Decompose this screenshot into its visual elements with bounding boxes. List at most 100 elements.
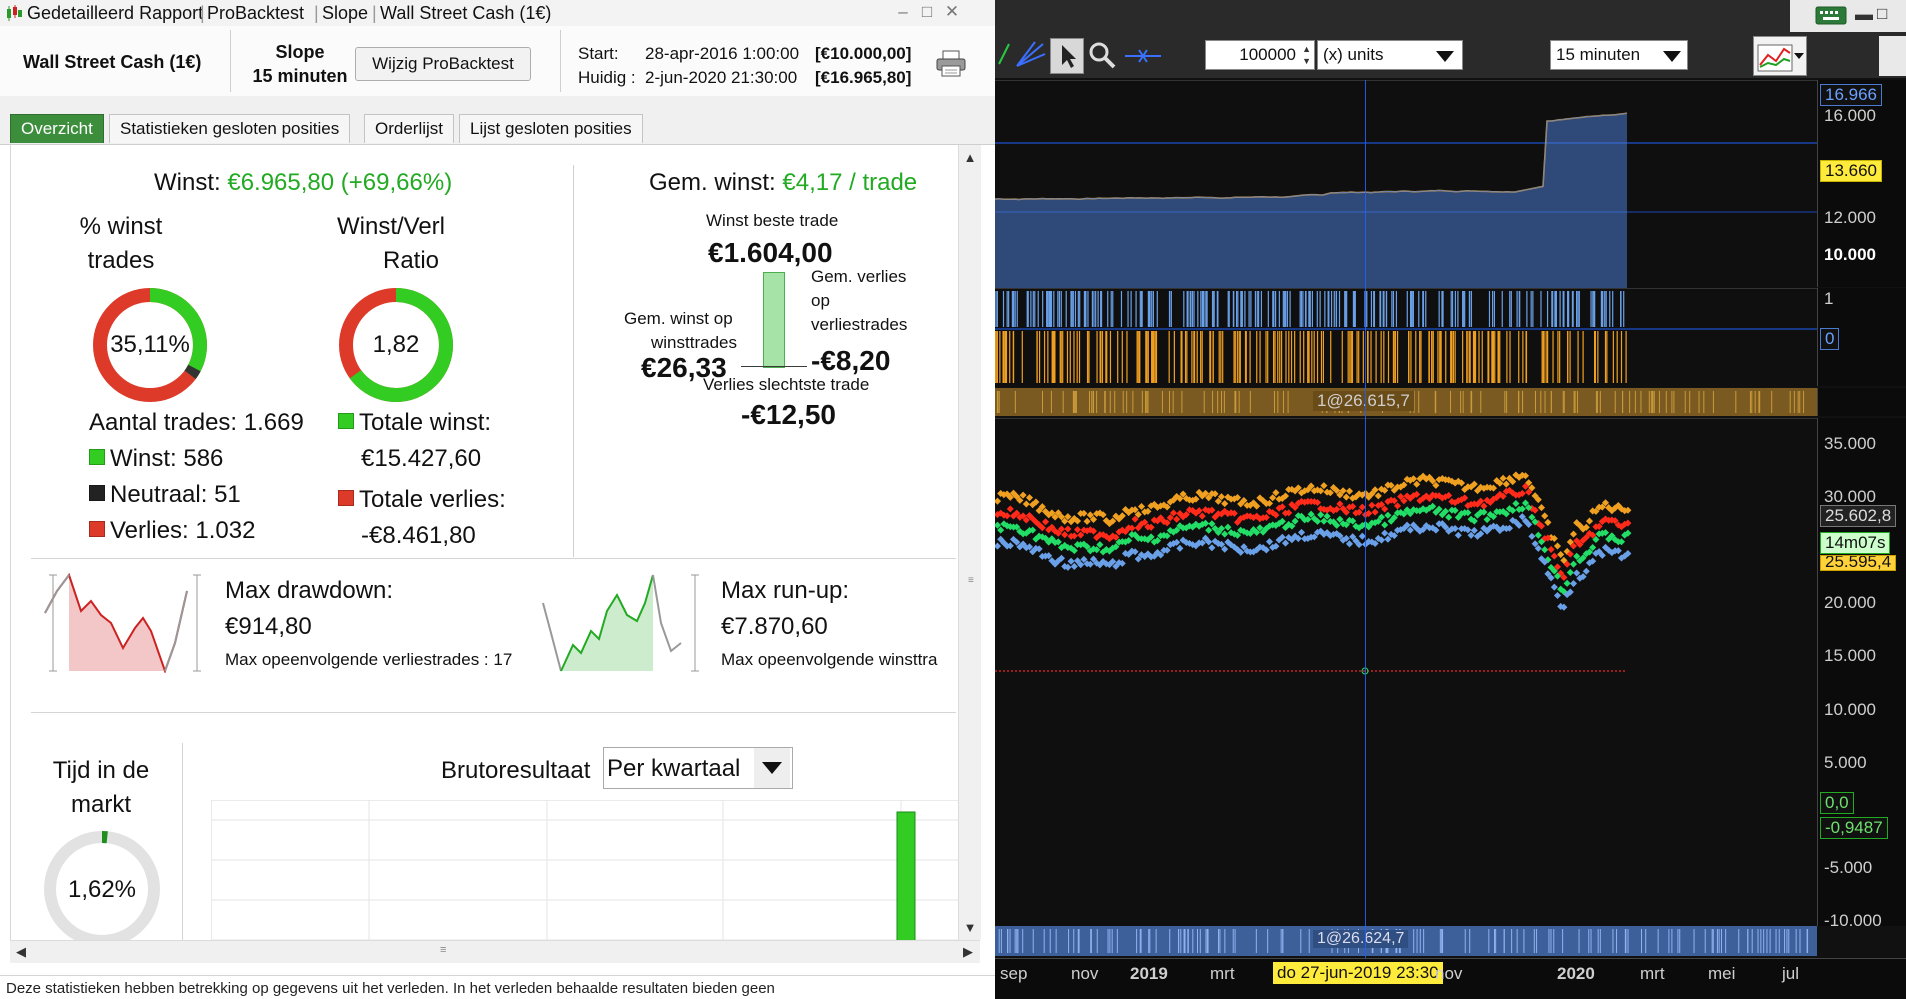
avg-profit-value: €4,17 / trade xyxy=(782,169,918,196)
printer-icon[interactable] xyxy=(935,50,967,78)
chevron-down-icon xyxy=(1663,51,1681,62)
close-button[interactable]: ✕ xyxy=(942,2,962,22)
zoom-icon[interactable] xyxy=(1087,40,1117,70)
chart-timeframe-select[interactable]: 15 minuten xyxy=(1550,40,1688,70)
titlebar-strategy: Slope xyxy=(322,3,369,23)
chevron-down-icon[interactable] xyxy=(754,748,790,788)
overview-panel: Winst: €6.965,80 (+69,66%) % winst trade… xyxy=(10,145,959,940)
maximize-button[interactable]: □ xyxy=(917,2,937,22)
equity-y-axis: 16.966 16.000 13.660 12.000 10.000 xyxy=(1817,80,1906,287)
price-panel xyxy=(995,418,1817,927)
tab-order-list[interactable]: Orderlijst xyxy=(364,114,455,143)
equity-axis-label: 16.000 xyxy=(1824,106,1876,125)
horizontal-scrollbar[interactable]: ◀ ≡ ▶ xyxy=(10,940,980,963)
win-count: 586 xyxy=(183,445,224,472)
loss-label: Verlies: xyxy=(110,517,189,544)
current-date: 2-jun-2020 21:30:00 xyxy=(645,68,798,87)
cursor-tool-button[interactable] xyxy=(1050,38,1084,74)
pct-win-title-2: trades xyxy=(87,247,155,274)
x-axis-label: mei xyxy=(1708,964,1736,983)
instrument-name: Wall Street Cash (1€) xyxy=(23,52,202,72)
price-axis-label: 15.000 xyxy=(1824,646,1876,665)
worst-trade-label: Verlies slechtste trade xyxy=(703,375,870,394)
price-axis-label: 5.000 xyxy=(1824,753,1867,772)
osc-zero-badge: 0,0 xyxy=(1820,792,1854,814)
pct-win-value: 35,11% xyxy=(110,331,190,358)
gross-period-select[interactable]: Per kwartaal xyxy=(603,747,793,789)
scroll-right-icon[interactable]: ▶ xyxy=(958,942,978,962)
units-stepper-icon[interactable]: ▲ ▼ xyxy=(1302,43,1311,67)
total-loss-value: -€8.461,80 xyxy=(361,522,476,549)
avg-loss-label-2: op xyxy=(811,291,830,310)
indicators-icon xyxy=(1757,44,1804,72)
measure-tool-icon[interactable] xyxy=(1123,40,1163,70)
x-axis-label: 2019 xyxy=(1130,964,1168,983)
chart-window: ▬ □ 100000 ▲ ▼ (x) units 15 minuten 16.9… xyxy=(995,0,1906,999)
drawdown-value: €914,80 xyxy=(225,613,312,640)
fan-tool-icon[interactable] xyxy=(1013,38,1049,70)
start-capital: [€10.000,00] xyxy=(815,44,912,63)
x-axis-label: mrt xyxy=(1640,964,1665,983)
num-trades-value: 1.669 xyxy=(243,409,304,436)
trade-bars-strip-top: 1@26.615,7 xyxy=(995,388,1817,416)
current-capital: [€16.965,80] xyxy=(815,68,912,87)
price-axis-label: 10.000 xyxy=(1824,700,1876,719)
vertical-scrollbar[interactable]: ▲ ≡ ▼ xyxy=(958,145,981,940)
scroll-down-icon[interactable]: ▼ xyxy=(960,917,980,937)
cursor-date-badge: do 27-jun-2019 23:30 xyxy=(1273,962,1443,984)
profit-value: €6.965,80 (+69,66%) xyxy=(227,169,453,196)
report-tabs: Overzicht Statistieken gesloten posities… xyxy=(0,96,995,145)
units-input[interactable]: 100000 ▲ ▼ xyxy=(1205,40,1315,70)
gross-result-label: Brutoresultaat xyxy=(441,757,591,784)
best-trade-label: Winst beste trade xyxy=(706,211,839,230)
price-axis-label: 20.000 xyxy=(1824,593,1876,612)
price-axis-label: -5.000 xyxy=(1824,858,1873,877)
runup-value: €7.870,60 xyxy=(721,613,828,640)
scroll-left-icon[interactable]: ◀ xyxy=(11,942,31,962)
candlestick-app-icon xyxy=(7,5,22,21)
total-loss-legend-square xyxy=(338,490,354,506)
modify-probacktest-button[interactable]: Wijzig ProBacktest xyxy=(355,47,531,81)
x-axis-label: nov xyxy=(1435,964,1463,983)
ratio-title-1: Winst/Verl xyxy=(336,213,446,240)
disclaimer-footer: Deze statistieken hebben betrekking op g… xyxy=(0,975,995,999)
x-axis-label: 2020 xyxy=(1557,964,1595,983)
loss-count: 1.032 xyxy=(195,517,256,544)
trade-bar-label-bottom: 1@26.624,7 xyxy=(1313,930,1409,948)
units-type-select[interactable]: (x) units xyxy=(1317,40,1463,70)
runup-sparkline xyxy=(542,574,699,672)
tab-closed-position-stats[interactable]: Statistieken gesloten posities xyxy=(109,114,351,143)
neutral-label: Neutraal: xyxy=(110,481,208,508)
runup-consecutive: Max opeenvolgende winsttra xyxy=(721,650,938,669)
tab-closed-positions-list[interactable]: Lijst gesloten posities xyxy=(459,114,643,143)
profit-label: Winst: xyxy=(154,169,221,196)
crosshair-line xyxy=(1365,80,1366,958)
maximize-chart-button[interactable]: □ xyxy=(1877,4,1887,24)
chevron-down-icon xyxy=(1436,51,1454,62)
num-trades-label: Aantal trades: xyxy=(89,409,238,436)
equity-axis-label: 12.000 xyxy=(1824,208,1876,227)
price-second-badge: 25.595,4 xyxy=(1820,555,1897,571)
win-label: Winst: xyxy=(110,445,177,472)
minimize-button[interactable]: – xyxy=(893,2,913,22)
runup-label: Max run-up: xyxy=(721,577,850,604)
indicator-menu-button[interactable] xyxy=(1753,36,1807,76)
tab-overview[interactable]: Overzicht xyxy=(10,114,104,143)
price-axis-label: 30.000 xyxy=(1824,487,1876,506)
scroll-up-icon[interactable]: ▲ xyxy=(960,147,980,167)
minimize-chart-button[interactable]: ▬ xyxy=(1855,4,1873,25)
ratio-title-2: Ratio xyxy=(382,247,440,274)
start-label: Start: xyxy=(578,44,619,63)
titlebar-probacktest: ProBacktest xyxy=(207,3,305,23)
best-trade-value: €1.604,00 xyxy=(708,237,833,268)
price-chart xyxy=(995,471,1632,675)
avg-profit-label: Gem. winst: xyxy=(649,169,776,196)
price-y-axis: 35.000 30.000 25.602,8 14m07s 25.595,4 2… xyxy=(1817,418,1906,930)
avg-loss-label-1: Gem. verlies xyxy=(811,267,907,286)
position-y-axis: 1 0 xyxy=(1817,288,1906,386)
start-date: 28-apr-2016 1:00:00 xyxy=(645,44,800,63)
avg-win-label-1: Gem. winst op xyxy=(624,309,733,328)
keyboard-icon[interactable] xyxy=(1815,4,1847,26)
pointer-icon xyxy=(1062,45,1076,68)
equity-cursor-badge: 13.660 xyxy=(1820,160,1882,182)
